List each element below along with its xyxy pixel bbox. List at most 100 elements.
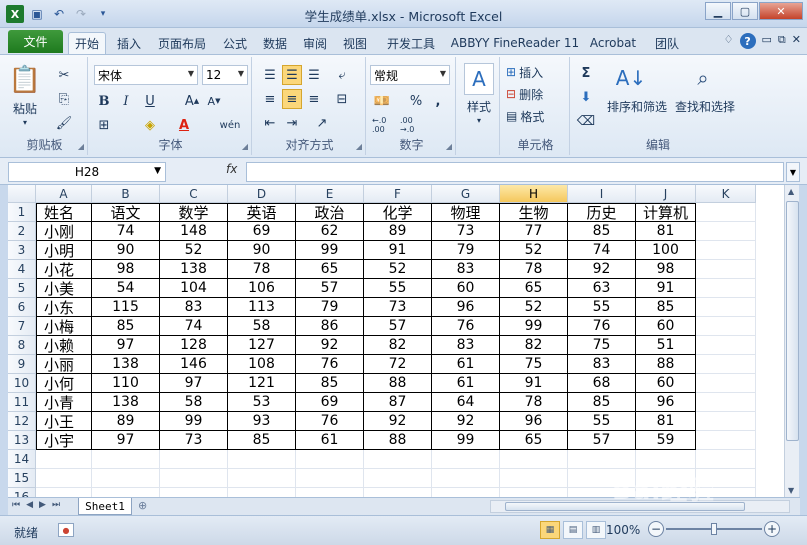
align-left-icon[interactable]: ≡	[260, 89, 280, 109]
bold-button[interactable]: B	[94, 91, 114, 111]
cell-I14[interactable]	[568, 450, 636, 469]
cell-H15[interactable]	[500, 469, 568, 488]
cell-I3[interactable]: 74	[568, 241, 636, 260]
cell-H5[interactable]: 65	[500, 279, 568, 298]
cell-H9[interactable]: 75	[500, 355, 568, 374]
fill-color-icon[interactable]: ◈	[140, 115, 160, 135]
row-header-3[interactable]: 3	[8, 241, 36, 260]
cell-B15[interactable]	[92, 469, 160, 488]
cell-C16[interactable]	[160, 488, 228, 497]
paste-dropdown-icon[interactable]: ▾	[20, 117, 30, 127]
clipboard-launcher-icon[interactable]: ◢	[78, 142, 84, 151]
column-header-F[interactable]: F	[364, 185, 432, 203]
cell-J3[interactable]: 100	[636, 241, 696, 260]
cell-K13[interactable]	[696, 431, 756, 450]
paste-button[interactable]: 粘贴	[8, 99, 42, 117]
align-middle-icon[interactable]: ☰	[282, 65, 302, 85]
cell-I11[interactable]: 85	[568, 393, 636, 412]
tab-insert[interactable]: 插入	[112, 32, 146, 54]
cell-I12[interactable]: 55	[568, 412, 636, 431]
cell-I1[interactable]: 历史	[568, 203, 636, 222]
cell-D16[interactable]	[228, 488, 296, 497]
cell-D11[interactable]: 53	[228, 393, 296, 412]
cell-A3[interactable]: 小明	[36, 241, 92, 260]
cell-A6[interactable]: 小东	[36, 298, 92, 317]
cell-J8[interactable]: 51	[636, 336, 696, 355]
cell-H16[interactable]	[500, 488, 568, 497]
cell-F7[interactable]: 57	[364, 317, 432, 336]
expand-formula-icon[interactable]: ▼	[786, 162, 800, 182]
cell-D9[interactable]: 108	[228, 355, 296, 374]
cell-I5[interactable]: 63	[568, 279, 636, 298]
align-center-icon[interactable]: ≡	[282, 89, 302, 109]
comma-button[interactable]: ,	[428, 91, 448, 111]
row-header-15[interactable]: 15	[8, 469, 36, 488]
row-header-8[interactable]: 8	[8, 336, 36, 355]
find-select-button[interactable]: 查找和选择	[672, 97, 738, 115]
cell-E16[interactable]	[296, 488, 364, 497]
cell-D13[interactable]: 85	[228, 431, 296, 450]
cell-C10[interactable]: 97	[160, 374, 228, 393]
cell-K3[interactable]	[696, 241, 756, 260]
cell-F6[interactable]: 73	[364, 298, 432, 317]
font-name-dropdown[interactable]: 宋体 ▼	[94, 65, 198, 85]
cell-F15[interactable]	[364, 469, 432, 488]
row-header-13[interactable]: 13	[8, 431, 36, 450]
font-size-dropdown[interactable]: 12 ▼	[202, 65, 248, 85]
decrease-font-icon[interactable]: A ▼	[204, 91, 224, 111]
insert-function-button[interactable]: fx	[226, 162, 237, 176]
cell-E11[interactable]: 69	[296, 393, 364, 412]
cell-D1[interactable]: 英语	[228, 203, 296, 222]
cell-B16[interactable]	[92, 488, 160, 497]
increase-decimal-button[interactable]: ←.0 .00	[372, 115, 398, 135]
cell-C2[interactable]: 148	[160, 222, 228, 241]
cell-I10[interactable]: 68	[568, 374, 636, 393]
insert-cells-button[interactable]: ⊞ 插入	[506, 63, 566, 81]
cell-C1[interactable]: 数学	[160, 203, 228, 222]
cell-E12[interactable]: 76	[296, 412, 364, 431]
row-header-2[interactable]: 2	[8, 222, 36, 241]
cell-C14[interactable]	[160, 450, 228, 469]
cell-G7[interactable]: 76	[432, 317, 500, 336]
cell-G12[interactable]: 92	[432, 412, 500, 431]
cell-G13[interactable]: 99	[432, 431, 500, 450]
cell-A5[interactable]: 小美	[36, 279, 92, 298]
cell-E6[interactable]: 79	[296, 298, 364, 317]
copy-icon[interactable]: ⎘	[54, 89, 74, 109]
name-box[interactable]: H28 ▼	[8, 162, 166, 182]
sort-filter-button[interactable]: 排序和筛选	[604, 97, 670, 115]
cell-F11[interactable]: 87	[364, 393, 432, 412]
cell-A9[interactable]: 小丽	[36, 355, 92, 374]
row-header-4[interactable]: 4	[8, 260, 36, 279]
cell-A1[interactable]: 姓名	[36, 203, 92, 222]
italic-button[interactable]: I	[116, 91, 136, 111]
cell-J5[interactable]: 91	[636, 279, 696, 298]
cell-F3[interactable]: 91	[364, 241, 432, 260]
borders-icon[interactable]: ⊞	[94, 115, 114, 135]
cell-I6[interactable]: 55	[568, 298, 636, 317]
zoom-out-icon[interactable]: −	[648, 521, 664, 537]
cell-D10[interactable]: 121	[228, 374, 296, 393]
cell-B12[interactable]: 89	[92, 412, 160, 431]
cell-C11[interactable]: 58	[160, 393, 228, 412]
cell-H10[interactable]: 91	[500, 374, 568, 393]
cell-C15[interactable]	[160, 469, 228, 488]
cell-A10[interactable]: 小何	[36, 374, 92, 393]
fill-icon[interactable]: ⬇	[576, 87, 596, 107]
page-break-view-icon[interactable]: ▥	[586, 521, 606, 539]
cell-K6[interactable]	[696, 298, 756, 317]
collapse-ribbon-icon[interactable]: ♢	[724, 33, 734, 49]
cell-J6[interactable]: 85	[636, 298, 696, 317]
cell-F16[interactable]	[364, 488, 432, 497]
cell-G4[interactable]: 83	[432, 260, 500, 279]
formula-input[interactable]	[246, 162, 784, 182]
cell-G1[interactable]: 物理	[432, 203, 500, 222]
cell-G3[interactable]: 79	[432, 241, 500, 260]
close-workbook-icon[interactable]: ✕	[792, 33, 801, 49]
cell-D3[interactable]: 90	[228, 241, 296, 260]
cell-D14[interactable]	[228, 450, 296, 469]
column-header-B[interactable]: B	[92, 185, 160, 203]
wrap-text-icon[interactable]: ⤶	[332, 65, 352, 85]
cell-F5[interactable]: 55	[364, 279, 432, 298]
cell-A13[interactable]: 小宇	[36, 431, 92, 450]
